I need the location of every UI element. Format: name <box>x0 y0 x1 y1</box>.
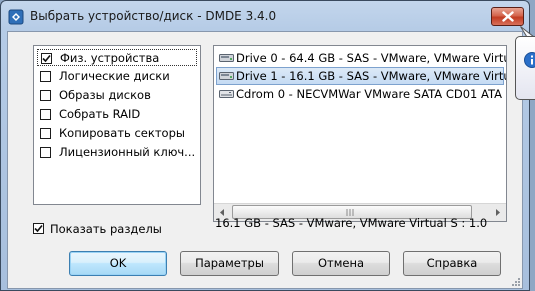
mode-item-copy-sectors[interactable]: Копировать секторы <box>37 125 197 142</box>
mode-item-label: Логические диски <box>59 69 170 83</box>
scroll-right-button[interactable] <box>489 204 506 221</box>
show-partitions-label: Показать разделы <box>50 222 162 236</box>
cancel-button[interactable]: Отмена <box>292 251 390 276</box>
show-partitions-checkbox[interactable]: Показать разделы <box>33 221 193 237</box>
checkbox[interactable] <box>33 223 44 234</box>
cdrom-icon <box>219 90 234 98</box>
device-item-label: Drive 1 - 16.1 GB - SAS - VMware, VMware… <box>236 69 507 83</box>
hard-drive-icon <box>219 54 234 62</box>
ok-button[interactable]: OK <box>69 251 167 276</box>
mode-item-build-raid[interactable]: Собрать RAID <box>37 106 197 123</box>
checkmark-icon <box>42 54 51 63</box>
checkbox[interactable] <box>41 53 52 64</box>
mode-item-license-key[interactable]: Лицензионный ключ... <box>37 144 197 161</box>
checkbox[interactable] <box>40 90 51 101</box>
checkbox[interactable] <box>40 71 51 82</box>
device-item-drive-1[interactable]: Drive 1 - 16.1 GB - SAS - VMware, VMware… <box>216 67 507 85</box>
hard-drive-icon <box>219 72 234 80</box>
arrow-right-icon <box>496 209 500 216</box>
close-button[interactable] <box>491 7 524 26</box>
mode-item-physical-devices[interactable]: Физ. устройства <box>37 49 197 66</box>
device-item-cdrom-0[interactable]: Cdrom 0 - NECVMWar VMware SATA CD01 ATA … <box>216 85 507 103</box>
mode-item-label: Копировать секторы <box>59 126 185 140</box>
device-item-label: Cdrom 0 - NECVMWar VMware SATA CD01 ATA … <box>236 87 507 101</box>
app-icon <box>8 9 24 25</box>
mode-item-label: Физ. устройства <box>60 51 160 65</box>
checkbox[interactable] <box>40 147 51 158</box>
title-bar[interactable]: Выбрать устройство/диск - DMDE 3.4.0 <box>1 1 529 31</box>
device-list[interactable]: Drive 0 - 64.4 GB - SAS - VMware, VMware… <box>213 45 507 222</box>
mode-item-disk-images[interactable]: Образы дисков <box>37 87 197 104</box>
mode-item-logical-disks[interactable]: Логические диски <box>37 68 197 85</box>
parameters-button[interactable]: Параметры <box>180 251 279 276</box>
mode-item-label: Лицензионный ключ... <box>59 145 196 159</box>
grip-icon <box>346 209 354 216</box>
dialog-content: Физ. устройства Логические диски Образы … <box>7 31 523 289</box>
mode-list[interactable]: Физ. устройства Логические диски Образы … <box>33 45 201 205</box>
info-balloon <box>515 36 535 100</box>
info-icon <box>524 52 535 68</box>
close-icon <box>502 11 514 22</box>
checkbox[interactable] <box>40 128 51 139</box>
resize-grip-icon[interactable] <box>510 276 520 286</box>
window-title: Выбрать устройство/диск - DMDE 3.4.0 <box>30 9 277 23</box>
dialog-window: Выбрать устройство/диск - DMDE 3.4.0 Физ… <box>0 0 530 291</box>
checkmark-icon <box>34 224 43 233</box>
mode-item-label: Собрать RAID <box>59 107 141 121</box>
checkbox[interactable] <box>40 109 51 120</box>
device-item-drive-0[interactable]: Drive 0 - 64.4 GB - SAS - VMware, VMware… <box>216 49 507 67</box>
device-item-label: Drive 0 - 64.4 GB - SAS - VMware, VMware… <box>236 51 507 65</box>
selected-device-info: 16.1 GB - SAS - VMware, VMware Virtual S… <box>215 216 488 230</box>
help-button[interactable]: Справка <box>403 251 501 276</box>
mode-item-label: Образы дисков <box>59 88 151 102</box>
